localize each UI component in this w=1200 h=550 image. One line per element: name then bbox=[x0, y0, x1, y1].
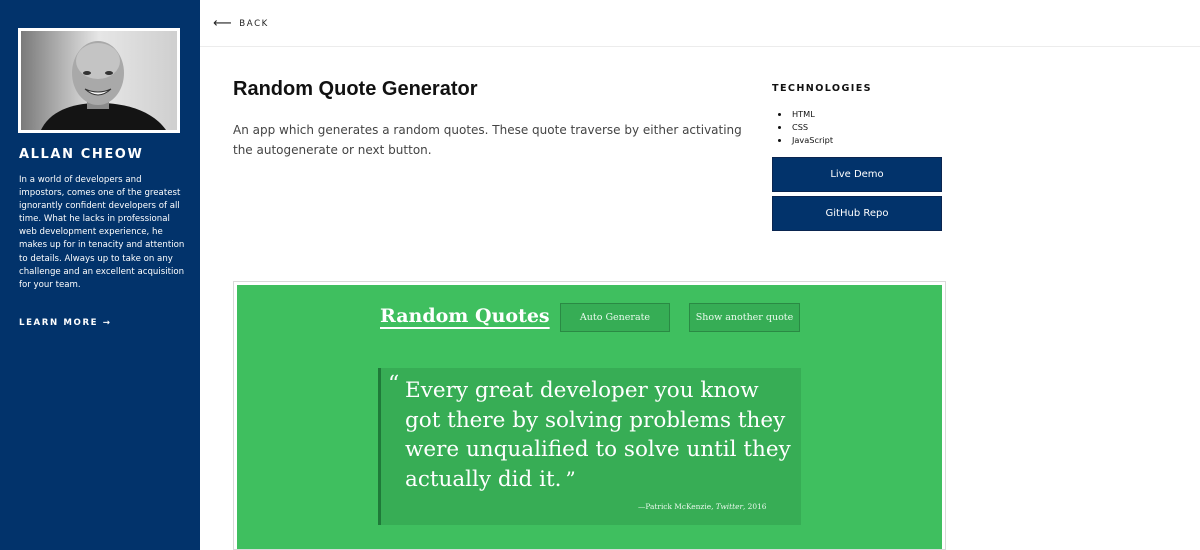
quote-year: , 2016 bbox=[742, 502, 767, 511]
technology-item: JavaScript bbox=[790, 134, 833, 147]
quote-text: Every great developer you know got there… bbox=[405, 376, 797, 494]
technology-item: HTML bbox=[790, 108, 833, 121]
close-quote-icon: ” bbox=[565, 466, 576, 491]
preview-app: Random Quotes Auto Generate Show another… bbox=[237, 285, 942, 549]
quote-citation: —Patrick McKenzie, Twitter, 2016 bbox=[638, 502, 767, 511]
profile-photo bbox=[18, 28, 180, 133]
back-link[interactable]: ⟵ BACK bbox=[213, 17, 269, 30]
preview-app-title: Random Quotes bbox=[380, 305, 550, 327]
profile-sidebar: ALLAN CHEOW In a world of developers and… bbox=[0, 0, 200, 550]
github-repo-button[interactable]: GitHub Repo bbox=[772, 196, 942, 231]
next-quote-button[interactable]: Show another quote bbox=[689, 303, 800, 332]
live-demo-button[interactable]: Live Demo bbox=[772, 157, 942, 192]
learn-more-link[interactable]: LEARN MORE → bbox=[19, 318, 112, 328]
back-label: BACK bbox=[239, 18, 269, 29]
profile-name: ALLAN CHEOW bbox=[19, 147, 144, 162]
quote-body: Every great developer you know got there… bbox=[405, 378, 791, 492]
top-bar: ⟵ BACK bbox=[200, 0, 1200, 47]
open-quote-icon: “ bbox=[388, 372, 400, 397]
auto-generate-button[interactable]: Auto Generate bbox=[560, 303, 670, 332]
profile-bio: In a world of developers and impostors, … bbox=[19, 175, 185, 290]
quote-author: —Patrick McKenzie, bbox=[638, 502, 714, 511]
quote-source: Twitter bbox=[715, 502, 743, 511]
project-description: An app which generates a random quotes. … bbox=[233, 123, 742, 157]
project-preview: Random Quotes Auto Generate Show another… bbox=[233, 281, 946, 550]
arrow-left-icon: ⟵ bbox=[213, 16, 234, 31]
technologies-heading: TECHNOLOGIES bbox=[772, 83, 872, 94]
technology-item: CSS bbox=[790, 121, 833, 134]
technologies-list: HTML CSS JavaScript bbox=[790, 108, 833, 147]
project-title: Random Quote Generator bbox=[233, 78, 478, 100]
quote-card: “ Every great developer you know got the… bbox=[378, 368, 801, 525]
